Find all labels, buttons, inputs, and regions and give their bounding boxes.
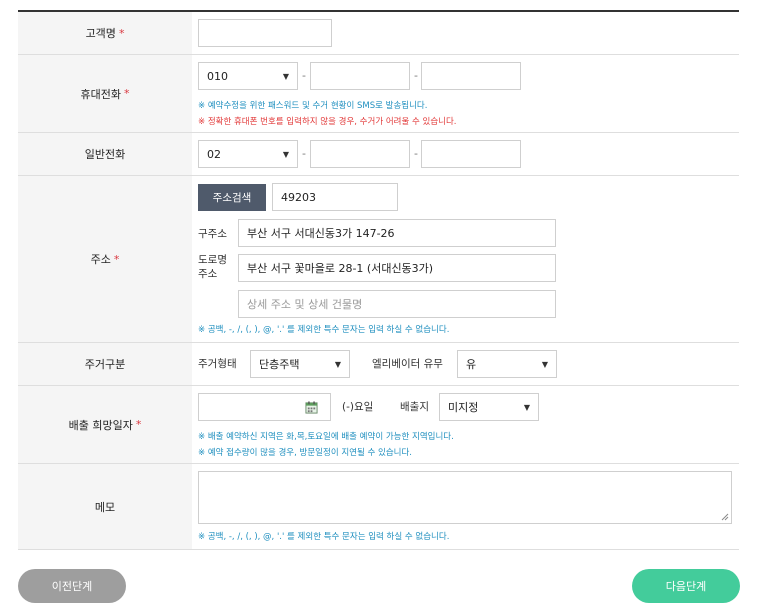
dash: - [414,69,418,82]
elevator-label: 엘리베이터 유무 [372,358,443,370]
pickup-location-select[interactable]: 미지정 ▼ [439,393,539,421]
required-mark: * [123,87,130,100]
required-mark: * [118,26,125,40]
residence-label: 주거구분 [18,343,192,385]
customer-name-input[interactable] [198,19,332,47]
dash: - [302,69,306,82]
weekday-text: (-)요일 [342,401,374,413]
road-address-input[interactable]: 부산 서구 꽃마을로 28-1 (서대신동3가) [238,254,556,282]
residence-type-select[interactable]: 단층주택 ▼ [250,350,350,378]
customer-name-row: 고객명 * [18,12,739,55]
pickup-delay-note: ※ 예약 접수량이 많을 경우, 방문일정이 지연될 수 있습니다. [198,448,413,458]
caret-down-icon: ▼ [282,71,289,81]
memo-label: 메모 [18,464,192,549]
memo-textarea[interactable] [198,471,732,524]
pickup-days-note: ※ 배출 예약하신 지역은 화,목,토요일에 배출 예약이 가능한 지역입니다. [198,432,454,442]
zipcode-input[interactable]: 49203 [272,183,398,211]
residence-type-label: 주거형태 [198,358,237,370]
pickup-date-label: 배출 희망일자 * [18,386,192,463]
required-mark: * [135,418,142,431]
old-address-input[interactable]: 부산 서구 서대신동3가 147-26 [238,219,556,247]
required-mark: * [113,252,120,266]
caret-down-icon: ▼ [541,359,548,369]
detail-address-input[interactable]: 상세 주소 및 상세 건물명 [238,290,556,318]
prev-step-button[interactable]: 이전단계 [18,569,126,603]
address-row: 주소 * 주소검색 49203 구주소 부산 서구 서대신동3가 147-26 도… [18,176,739,343]
next-step-button[interactable]: 다음단계 [632,569,740,603]
mobile-warning-note: ※ 정확한 휴대폰 번호를 입력하지 않을 경우, 수거가 어려울 수 있습니다… [198,117,457,127]
reservation-form: 고객명 * 휴대전화 * 010 ▼ - - ※ 예약수정을 위한 패스워드 및 수거… [18,10,739,550]
mobile-sms-note: ※ 예약수정을 위한 패스워드 및 수거 현황이 SMS로 발송됩니다. [198,101,428,111]
address-special-char-note: ※ 공백, -, /, (, ), @, '.' 를 제외한 특수 문자는 입력… [198,325,450,335]
customer-name-label: 고객명 * [18,12,192,54]
pickup-location-label: 배출지 [400,401,429,413]
caret-down-icon: ▼ [334,359,341,369]
pickup-date-input[interactable] [198,393,331,421]
mobile-phone-label: 휴대전화 * [18,55,192,132]
resize-grip-icon[interactable] [721,513,729,521]
memo-special-char-note: ※ 공백, -, /, (, ), @, '.' 를 제외한 특수 문자는 입력… [198,532,450,542]
landline-prefix-select[interactable]: 02 ▼ [198,140,298,168]
landline-label: 일반전화 [18,133,192,175]
elevator-select[interactable]: 유 ▼ [457,350,557,378]
landline-middle-input[interactable] [310,140,410,168]
calendar-icon[interactable] [305,401,318,414]
dash: - [302,147,306,160]
caret-down-icon: ▼ [282,149,289,159]
dash: - [414,147,418,160]
caret-down-icon: ▼ [523,402,530,412]
mobile-middle-input[interactable] [310,62,410,90]
mobile-last-input[interactable] [421,62,521,90]
landline-row: 일반전화 02 ▼ - - [18,133,739,176]
old-address-label: 구주소 [198,228,227,240]
address-label: 주소 * [18,176,192,342]
address-search-button[interactable]: 주소검색 [198,184,266,211]
residence-row: 주거구분 주거형태 단층주택 ▼ 엘리베이터 유무 유 ▼ [18,343,739,386]
road-address-label: 도로명 주소 [198,254,227,280]
mobile-phone-row: 휴대전화 * 010 ▼ - - ※ 예약수정을 위한 패스워드 및 수거 현황이 … [18,55,739,133]
landline-last-input[interactable] [421,140,521,168]
memo-row: 메모 ※ 공백, -, /, (, ), @, '.' 를 제외한 특수 문자는… [18,464,739,550]
mobile-prefix-select[interactable]: 010 ▼ [198,62,298,90]
pickup-date-row: 배출 희망일자 * (-)요일 배출지 미지정 ▼ ※ 배출 예약하신 지역은 … [18,386,739,464]
